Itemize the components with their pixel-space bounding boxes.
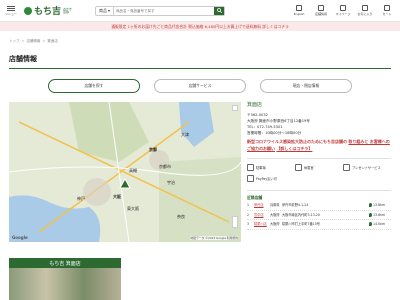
tab-find-store[interactable]: 店舗を探す	[48, 79, 140, 93]
store-content: 京都 大津 大阪 神戸 奈良 東大阪 高槻 京都市 宇治 Google 地図デー…	[0, 102, 400, 242]
header-english[interactable]: English	[290, 5, 308, 16]
store-sign: もち吉 箕面店	[9, 258, 121, 268]
list-item: 1 伊丹店 兵庫県 伊丹市荻野4-1-24 13.6km	[247, 201, 391, 211]
store-photo: もち吉 箕面店	[9, 258, 121, 300]
nearby-stores: 近隣店舗 1 伊丹店 兵庫県 伊丹市荻野4-1-24 13.6km 2 豊中店 …	[247, 190, 391, 230]
store-marker-icon[interactable]	[119, 178, 131, 190]
logo-text: もち吉	[34, 7, 62, 17]
menu-label: メニュー	[4, 11, 17, 16]
store-name: 箕面店	[247, 102, 263, 108]
menu-button[interactable]: メニュー	[4, 5, 18, 16]
map-label-nara: 奈良	[177, 214, 185, 219]
page-title: 店舗情報	[9, 54, 391, 69]
header-cart[interactable]: カート	[378, 5, 396, 16]
shipping-notice[interactable]: 通販限定 1ヶ所のお届け先ごと商品代金合計 税込価格 6,480円以上お買上げで…	[0, 22, 400, 31]
site-header: メニュー もち吉 おかき 煎餅 商品 ▾ English 店舗情報 マイページ …	[0, 0, 400, 22]
site-logo[interactable]: もち吉 おかき 煎餅	[24, 4, 73, 17]
map-label-uji: 宇治	[167, 180, 175, 185]
map-graphic	[9, 102, 241, 242]
parking-icon	[247, 164, 254, 171]
store-tabs: 店舗を探す 店舗サービス 現店・閉店情報	[0, 79, 400, 93]
list-item: 3 寝屋川店 大阪府 寝屋川市打上中町7番15号 14.0km	[247, 220, 391, 230]
header-icons: English 店舗情報 マイページ お気に入り カート	[290, 5, 396, 16]
store-details: 箕面店 〒562-0032 大阪府 箕面市小野原西6丁目12番19号 TEL：0…	[247, 102, 391, 242]
map-label-kyoto: 京都	[149, 147, 157, 152]
chevron-down-icon: ▾	[108, 8, 111, 13]
google-logo: Google	[12, 235, 28, 240]
pin-icon	[369, 203, 372, 208]
search-category-select[interactable]: 商品 ▾	[96, 6, 115, 15]
fullscreen-icon[interactable]	[232, 105, 238, 111]
paypay-icon	[247, 175, 254, 182]
header-favorites[interactable]: お気に入り	[356, 5, 374, 16]
facility-parking: 駐車場	[247, 164, 295, 171]
map-label-osaka: 大阪	[113, 194, 121, 199]
breadcrumb-current: 箕面店	[47, 39, 58, 43]
map-label-higashiosaka: 東大阪	[127, 206, 139, 211]
breadcrumb: トップ > 店舗情報 > 箕面店	[9, 39, 58, 44]
map-label-kobe: 神戸	[77, 196, 85, 201]
covid-notice[interactable]: 新型コロナウイルス感染拡大防止のためにもち吉店舗の 取り組みと お客様へのご協力…	[247, 138, 391, 152]
facility-list: 駐車場 休憩室 プレゼントサービス PayPay払い可	[247, 158, 391, 182]
store-map[interactable]: 京都 大津 大阪 神戸 奈良 東大阪 高槻 京都市 宇治 Google 地図デー…	[9, 102, 241, 242]
pin-icon	[369, 212, 372, 217]
user-icon	[340, 5, 346, 11]
nearby-store-link[interactable]: 伊丹店	[254, 203, 270, 208]
search-button[interactable]	[214, 6, 225, 15]
facility-rest-area: 休憩室	[295, 164, 343, 171]
tab-store-service[interactable]: 店舗サービス	[154, 79, 246, 93]
list-item: 2 豊中店 大阪府 大阪市南区内代町3-13-20 13.6km	[247, 211, 391, 220]
pin-icon	[369, 222, 372, 227]
facility-present: プレゼントサービス	[343, 164, 391, 171]
map-footer: 地図データ ©2023 Google 利用規約	[190, 236, 238, 240]
search-bar: 商品 ▾	[95, 5, 226, 16]
search-input[interactable]	[114, 6, 215, 15]
map-label-kyoto-city: 京都市	[159, 164, 171, 169]
nearby-store-link[interactable]: 寝屋川店	[254, 222, 270, 227]
store-icon	[318, 5, 324, 11]
menu-icon	[7, 5, 15, 7]
rest-area-icon	[295, 164, 302, 171]
present-icon	[343, 164, 350, 171]
store-hours: 営業時間：10時00分～18時00分	[247, 131, 302, 135]
logo-icon	[24, 6, 32, 15]
storefront-image	[9, 268, 121, 300]
logo-subtext: おかき 煎餅	[63, 6, 73, 14]
breadcrumb-store-info[interactable]: 店舗情報	[26, 39, 40, 44]
zoom-controls[interactable]	[232, 216, 238, 228]
cart-icon	[384, 5, 390, 11]
header-mypage[interactable]: マイページ	[334, 5, 352, 16]
map-label-otsu: 大津	[181, 132, 189, 137]
nearby-store-link[interactable]: 豊中店	[254, 213, 270, 218]
tab-open-close-info[interactable]: 現店・閉店情報	[260, 79, 352, 93]
facility-paypay: PayPay払い可	[247, 175, 295, 182]
english-icon	[296, 5, 302, 11]
heart-icon	[362, 5, 368, 11]
search-icon	[216, 8, 222, 13]
map-label-takatsuki: 高槻	[129, 168, 137, 173]
header-store-info[interactable]: 店舗情報	[312, 5, 330, 16]
breadcrumb-top[interactable]: トップ	[9, 39, 20, 44]
